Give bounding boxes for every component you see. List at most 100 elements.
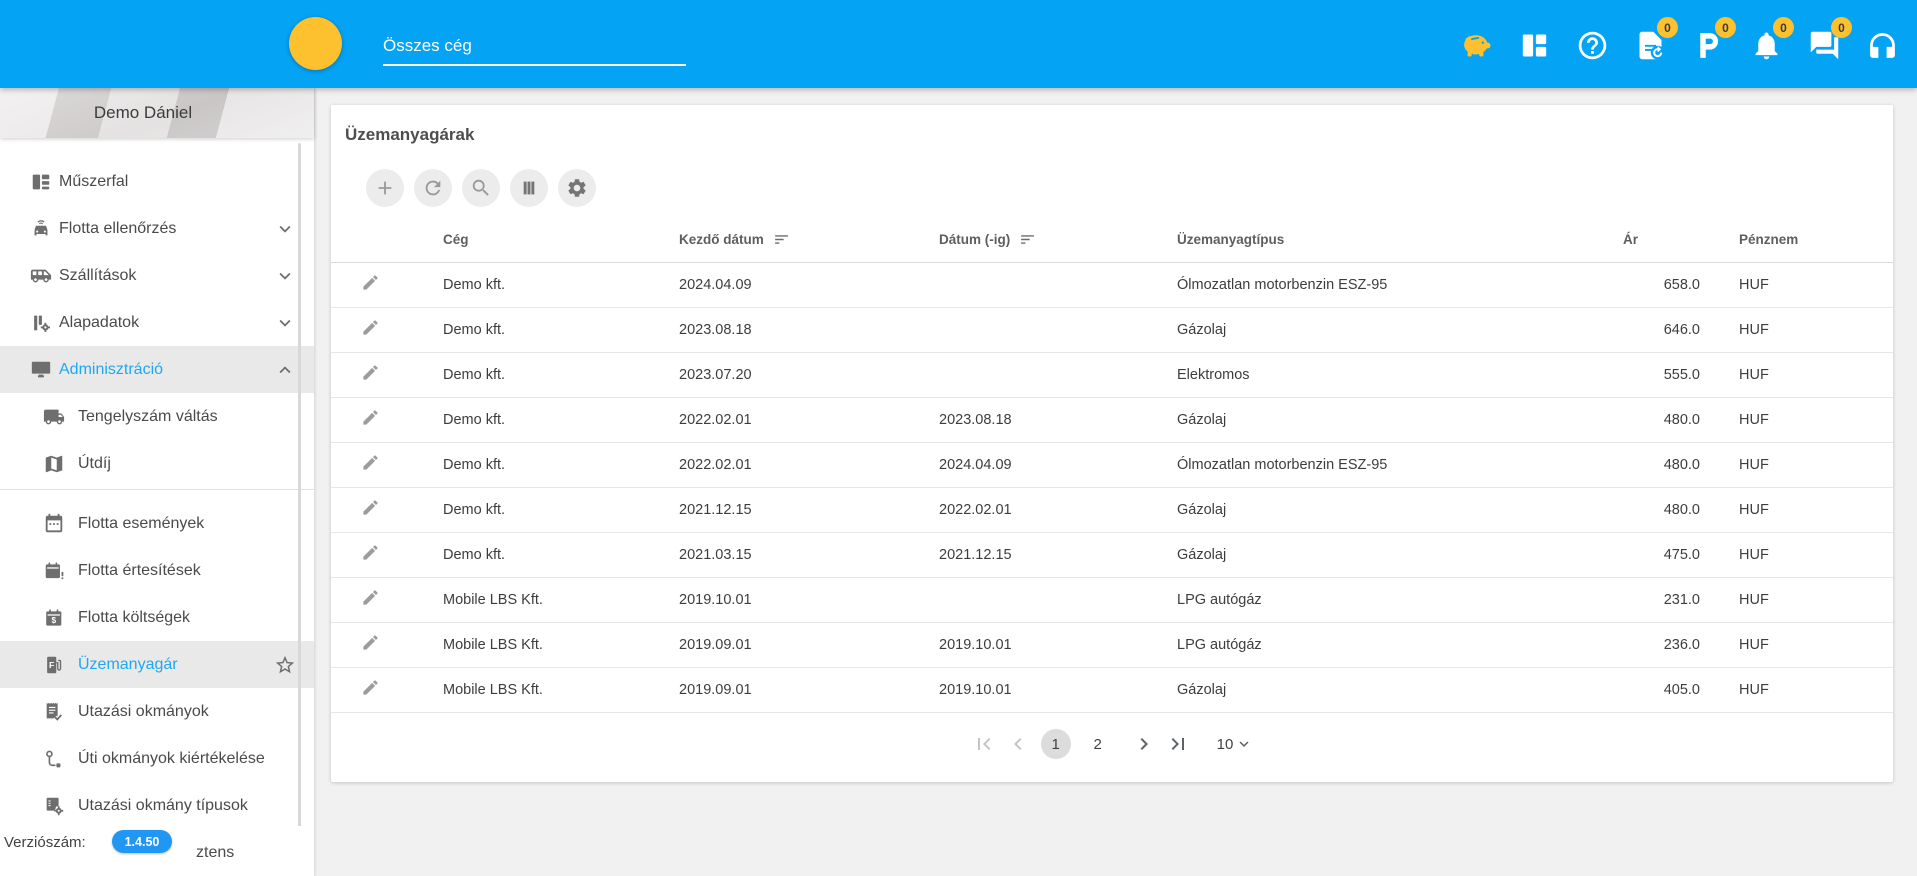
parking-button[interactable]: 0 [1690, 26, 1727, 64]
cell-price: 231.0 [1611, 577, 1715, 622]
chevron-right-icon [1132, 732, 1156, 756]
chevron-down-icon [274, 312, 296, 334]
edit-row-button[interactable] [361, 588, 380, 607]
calendar-dollar-icon: $ [43, 607, 65, 629]
column-header-end_date[interactable]: Dátum (-ig) [939, 218, 1177, 262]
sidebar-scrollbar[interactable] [298, 143, 301, 870]
sidebar-item-alapadatok[interactable]: Alapadatok [0, 299, 314, 346]
messages-button[interactable]: 0 [1806, 26, 1843, 64]
cell-end_date [939, 352, 1177, 397]
settings-button[interactable] [558, 169, 596, 207]
edit-row-button[interactable] [361, 363, 380, 382]
sidebar-item-flotta-esemenyek[interactable]: Flotta események [0, 500, 314, 547]
cell-company: Demo kft. [443, 442, 679, 487]
cell-end_date [939, 262, 1177, 307]
add-button[interactable] [366, 169, 404, 207]
edit-row-button[interactable] [361, 273, 380, 292]
cell-edit [331, 307, 443, 352]
sidebar-item-uti-okmanyok-kiertekelese[interactable]: Úti okmányok kiértékelése [0, 735, 314, 782]
svg-text:F: F [49, 659, 54, 669]
sidebar-item-szallitasok[interactable]: Szállítások [0, 252, 314, 299]
sidebar-item-label: Szállítások [59, 267, 136, 285]
help-button[interactable] [1574, 26, 1611, 64]
fuel-table: CégKezdő dátumDátum (-ig)ÜzemanyagtípusÁ… [331, 218, 1893, 713]
star-outline-icon[interactable] [274, 654, 296, 676]
cell-fuel_type: Ólmozatlan motorbenzin ESZ-95 [1177, 442, 1611, 487]
chevron-down-icon [666, 36, 686, 56]
monitor-icon [30, 359, 52, 381]
table-row: Demo kft.2023.07.20Elektromos555.0HUF [331, 352, 1893, 397]
column-header-edit [331, 218, 443, 262]
fuel-pump-icon: F [43, 654, 65, 676]
route-pin-icon [43, 748, 65, 770]
document-requests-badge: 0 [1657, 17, 1678, 38]
sidebar-item-utazasi-okmany-tipusok[interactable]: Utazási okmány típusok [0, 782, 314, 829]
edit-row-button[interactable] [361, 498, 380, 517]
fuel-prices-card: Üzemanyagárak CégKezdő dátumDátum (-ig)Ü… [331, 105, 1893, 782]
cell-fuel_type: Elektromos [1177, 352, 1611, 397]
sidebar-item-label: Úti okmányok kiértékelése [78, 750, 265, 768]
sort-icon [773, 231, 790, 248]
user-menu[interactable]: Demo Dániel [0, 88, 314, 138]
notifications-button[interactable]: 0 [1748, 26, 1785, 64]
parking-badge: 0 [1715, 17, 1736, 38]
sidebar-item-utdij[interactable]: Útdíj [0, 440, 314, 487]
search-button[interactable] [462, 169, 500, 207]
last-page-button[interactable] [1165, 731, 1191, 757]
sidebar-item-tengelyszam-valtas[interactable]: Tengelyszám váltás [0, 393, 314, 440]
sidebar-item-uzemanyagar[interactable]: FÜzemanyagár [0, 641, 314, 688]
chevron-left-icon [1006, 732, 1030, 756]
cell-currency: HUF [1715, 307, 1893, 352]
table-row: Demo kft.2022.02.012023.08.18Gázolaj480.… [331, 397, 1893, 442]
edit-row-button[interactable] [361, 543, 380, 562]
page-size-select[interactable]: 10 [1217, 735, 1254, 753]
cell-start_date: 2019.09.01 [679, 667, 939, 712]
table-row: Demo kft.2021.12.152022.02.01Gázolaj480.… [331, 487, 1893, 532]
cell-end_date [939, 307, 1177, 352]
edit-row-button[interactable] [361, 633, 380, 652]
company-select[interactable]: Összes cég [383, 34, 686, 66]
sidebar-menu: Műszerfal Flotta ellenőrzés Szállítások Ala… [0, 138, 314, 876]
document-requests-button[interactable]: 0 [1632, 26, 1669, 64]
cell-start_date: 2021.03.15 [679, 532, 939, 577]
page-button-1[interactable]: 1 [1041, 729, 1071, 759]
cell-company: Mobile LBS Kft. [443, 667, 679, 712]
first-page-button[interactable] [971, 731, 997, 757]
sidebar-item-flotta-koltsegek[interactable]: $ Flotta költségek [0, 594, 314, 641]
collapse-sidebar-button[interactable] [289, 17, 342, 70]
page-size-value: 10 [1217, 736, 1234, 753]
page-button-2[interactable]: 2 [1083, 729, 1113, 759]
column-header-start_date[interactable]: Kezdő dátum [679, 218, 939, 262]
sidebar-item-flotta-ellenorzes[interactable]: Flotta ellenőrzés [0, 205, 314, 252]
column-header-price: Ár [1611, 218, 1715, 262]
table-toolbar [366, 169, 596, 207]
cell-end_date [939, 577, 1177, 622]
columns-icon [518, 177, 540, 199]
sidebar-item-adminisztracio[interactable]: Adminisztráció [0, 346, 314, 393]
table-row: Mobile LBS Kft.2019.10.01LPG autógáz231.… [331, 577, 1893, 622]
cell-edit [331, 487, 443, 532]
cell-company: Mobile LBS Kft. [443, 622, 679, 667]
sidebar-item-label: Flotta ellenőrzés [59, 220, 176, 238]
column-label: Ár [1623, 232, 1638, 247]
cell-currency: HUF [1715, 667, 1893, 712]
support-button[interactable] [1864, 26, 1901, 64]
sidebar-item-utazasi-okmanyok[interactable]: Utazási okmányok [0, 688, 314, 735]
apps-button[interactable] [1516, 26, 1553, 64]
edit-row-button[interactable] [361, 408, 380, 427]
sidebar-item-flotta-ertesitesek[interactable]: Flotta értesítések [0, 547, 314, 594]
sidebar-item-label: Tengelyszám váltás [78, 408, 218, 426]
sidebar-item-muszerfal[interactable]: Műszerfal [0, 158, 314, 205]
refresh-button[interactable] [414, 169, 452, 207]
column-label: Cég [443, 232, 469, 247]
cell-start_date: 2024.04.09 [679, 262, 939, 307]
cell-price: 480.0 [1611, 397, 1715, 442]
previous-page-button[interactable] [1005, 731, 1031, 757]
edit-row-button[interactable] [361, 678, 380, 697]
columns-button[interactable] [510, 169, 548, 207]
edit-row-button[interactable] [361, 318, 380, 337]
edit-row-button[interactable] [361, 453, 380, 472]
sidebar-item-label: Flotta költségek [78, 609, 190, 627]
piggy-bank-button[interactable] [1458, 26, 1495, 64]
next-page-button[interactable] [1131, 731, 1157, 757]
